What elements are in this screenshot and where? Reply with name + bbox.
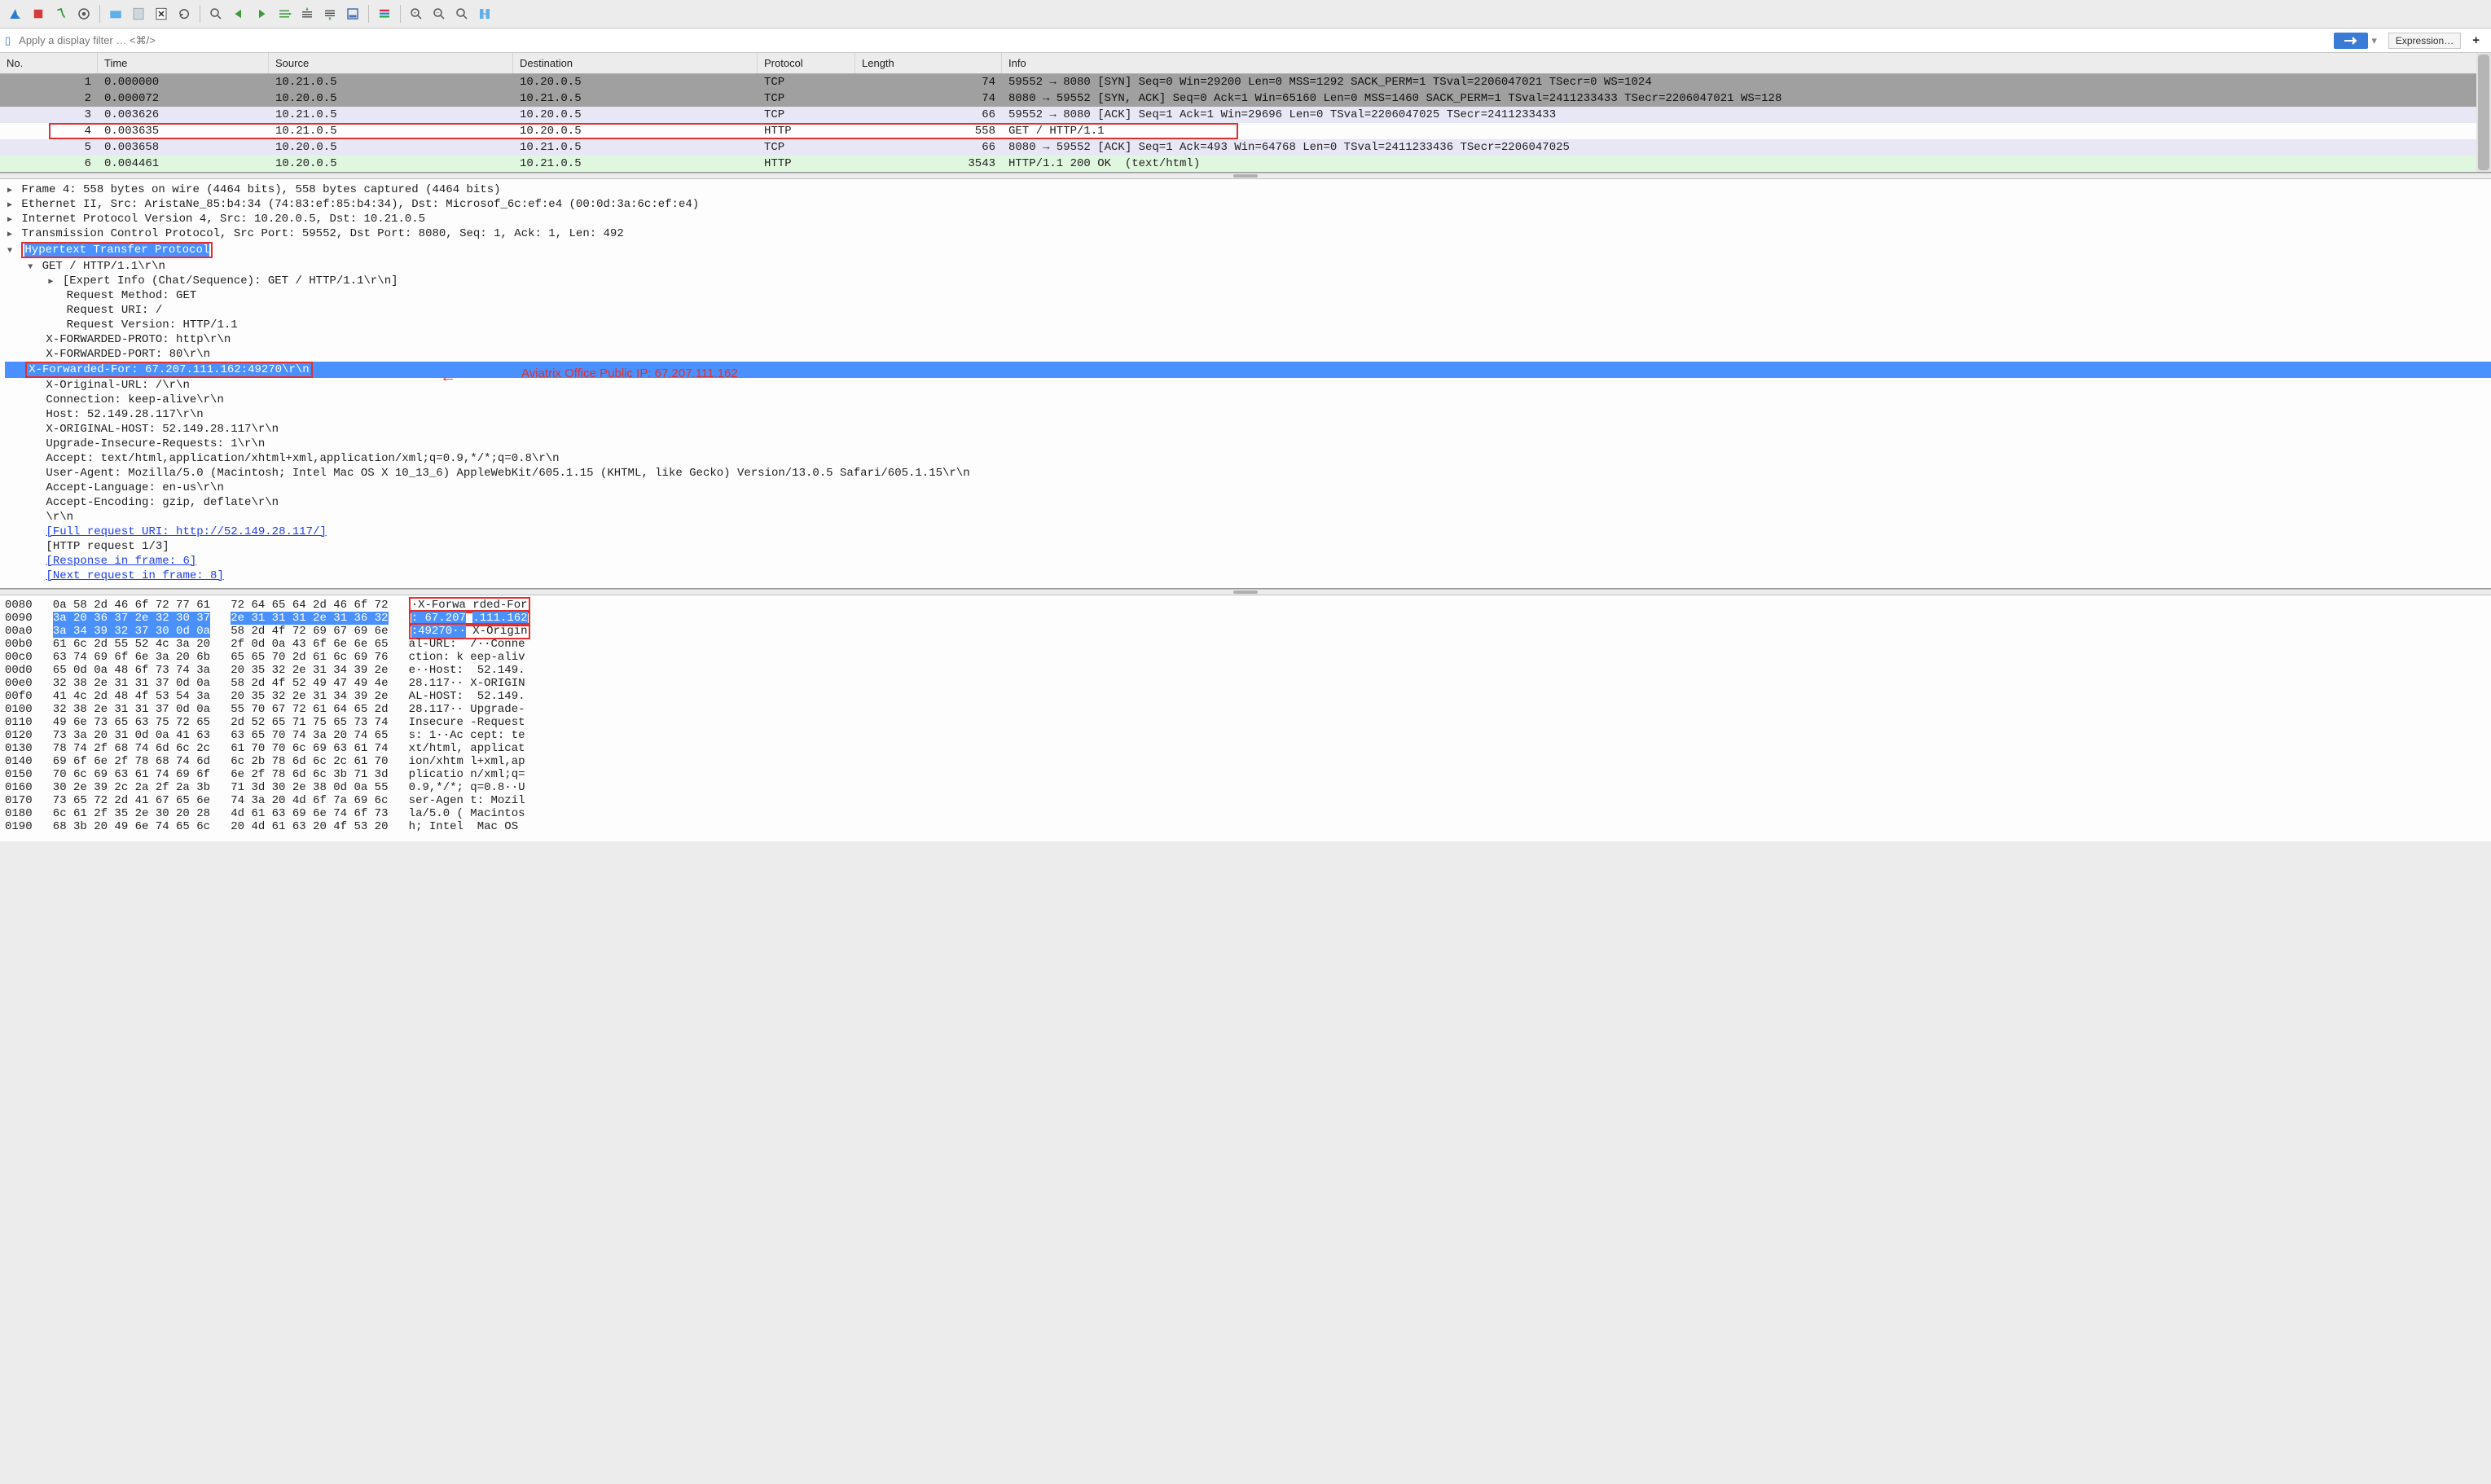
main-toolbar: + −	[0, 0, 2491, 29]
detail-ethernet[interactable]: Ethernet II, Src: AristaNe_85:b4:34 (74:…	[0, 197, 2491, 212]
hex-row[interactable]: 0150 70 6c 69 63 61 74 69 6f 6e 2f 78 6d…	[5, 768, 2486, 781]
hex-row[interactable]: 0120 73 3a 20 31 0d 0a 41 63 63 65 70 74…	[5, 729, 2486, 742]
packet-row[interactable]: 60.00446110.20.0.510.21.0.5HTTP3543HTTP/…	[0, 156, 2491, 172]
add-filter-button[interactable]: +	[2466, 33, 2486, 47]
hex-row[interactable]: 00b0 61 6c 2d 55 52 4c 3a 20 2f 0d 0a 43…	[5, 638, 2486, 651]
hex-row[interactable]: 0110 49 6e 73 65 63 75 72 65 2d 52 65 71…	[5, 716, 2486, 729]
detail-accept[interactable]: Accept: text/html,application/xhtml+xml,…	[0, 451, 2491, 466]
splitter-top[interactable]	[0, 173, 2491, 179]
zoom-reset-icon[interactable]	[451, 3, 472, 24]
detail-user-agent[interactable]: User-Agent: Mozilla/5.0 (Macintosh; Inte…	[0, 466, 2491, 481]
detail-ip[interactable]: Internet Protocol Version 4, Src: 10.20.…	[0, 212, 2491, 226]
detail-upgrade-insecure[interactable]: Upgrade-Insecure-Requests: 1\r\n	[0, 437, 2491, 451]
hex-row[interactable]: 00c0 63 74 69 6f 6e 3a 20 6b 65 65 70 2d…	[5, 651, 2486, 664]
save-file-icon[interactable]	[128, 3, 149, 24]
packet-row[interactable]: 30.00362610.21.0.510.20.0.5TCP6659552 → …	[0, 107, 2491, 123]
hex-row[interactable]: 0190 68 3b 20 49 6e 74 65 6c 20 4d 61 63…	[5, 820, 2486, 833]
detail-http[interactable]: Hypertext Transfer Protocol	[0, 241, 2491, 259]
detail-crlf[interactable]: \r\n	[0, 510, 2491, 525]
packet-list-header: No. Time Source Destination Protocol Len…	[0, 53, 2491, 74]
detail-x-forwarded-proto[interactable]: X-FORWARDED-PROTO: http\r\n	[0, 332, 2491, 347]
splitter-bottom[interactable]	[0, 589, 2491, 595]
column-info[interactable]: Info	[1002, 53, 2491, 73]
detail-x-forwarded-for[interactable]: X-Forwarded-For: 67.207.111.162:49270\r\…	[0, 362, 2491, 378]
packet-list-pane: No. Time Source Destination Protocol Len…	[0, 53, 2491, 173]
detail-get-line[interactable]: GET / HTTP/1.1\r\n	[0, 259, 2491, 274]
detail-http-request-n[interactable]: [HTTP request 1/3]	[0, 539, 2491, 554]
detail-connection[interactable]: Connection: keep-alive\r\n	[0, 393, 2491, 407]
column-length[interactable]: Length	[855, 53, 1002, 73]
display-filter-bar: ▯ ▾ Expression… +	[0, 29, 2491, 53]
packet-row[interactable]: 20.00007210.20.0.510.21.0.5TCP748080 → 5…	[0, 90, 2491, 107]
svg-text:+: +	[413, 11, 416, 16]
display-filter-input[interactable]	[14, 31, 2334, 50]
detail-x-original-url[interactable]: X-Original-URL: /\r\n	[0, 378, 2491, 393]
zoom-out-icon[interactable]: −	[428, 3, 450, 24]
go-last-icon[interactable]	[319, 3, 340, 24]
go-to-packet-icon[interactable]	[274, 3, 295, 24]
detail-accept-encoding[interactable]: Accept-Encoding: gzip, deflate\r\n	[0, 495, 2491, 510]
shark-fin-icon[interactable]	[5, 3, 26, 24]
packet-details-pane: Frame 4: 558 bytes on wire (4464 bits), …	[0, 179, 2491, 589]
resize-columns-icon[interactable]	[474, 3, 495, 24]
hex-row[interactable]: 00e0 32 38 2e 31 31 37 0d 0a 58 2d 4f 52…	[5, 677, 2486, 690]
packet-bytes-pane: 0080 0a 58 2d 46 6f 72 77 61 72 64 65 64…	[0, 595, 2491, 841]
hex-row[interactable]: 0170 73 65 72 2d 41 67 65 6e 74 3a 20 4d…	[5, 794, 2486, 807]
stop-capture-icon[interactable]	[28, 3, 49, 24]
detail-req-uri[interactable]: Request URI: /	[0, 303, 2491, 318]
hex-row[interactable]: 0100 32 38 2e 31 31 37 0d 0a 55 70 67 72…	[5, 703, 2486, 716]
column-protocol[interactable]: Protocol	[758, 53, 855, 73]
column-time[interactable]: Time	[98, 53, 269, 73]
detail-host[interactable]: Host: 52.149.28.117\r\n	[0, 407, 2491, 422]
hex-row[interactable]: 0160 30 2e 39 2c 2a 2f 2a 3b 71 3d 30 2e…	[5, 781, 2486, 794]
detail-x-forwarded-port[interactable]: X-FORWARDED-PORT: 80\r\n	[0, 347, 2491, 362]
detail-response-frame[interactable]: [Response in frame: 6]	[0, 554, 2491, 569]
detail-full-uri[interactable]: [Full request URI: http://52.149.28.117/…	[0, 525, 2491, 539]
packet-row[interactable]: 10.00000010.21.0.510.20.0.5TCP7459552 → …	[0, 74, 2491, 90]
auto-scroll-icon[interactable]	[342, 3, 363, 24]
detail-req-method[interactable]: Request Method: GET	[0, 288, 2491, 303]
expression-button[interactable]: Expression…	[2388, 33, 2461, 49]
svg-text:−: −	[436, 11, 439, 16]
hex-row[interactable]: 0180 6c 61 2f 35 2e 30 20 28 4d 61 63 69…	[5, 807, 2486, 820]
detail-x-original-host[interactable]: X-ORIGINAL-HOST: 52.149.28.117\r\n	[0, 422, 2491, 437]
detail-next-request[interactable]: [Next request in frame: 8]	[0, 569, 2491, 583]
column-source[interactable]: Source	[269, 53, 513, 73]
hex-row[interactable]: 00f0 41 4c 2d 48 4f 53 54 3a 20 35 32 2e…	[5, 690, 2486, 703]
hex-row[interactable]: 0080 0a 58 2d 46 6f 72 77 61 72 64 65 64…	[5, 599, 2486, 612]
packet-row[interactable]: 40.00363510.21.0.510.20.0.5HTTP558GET / …	[0, 123, 2491, 139]
open-file-icon[interactable]	[105, 3, 126, 24]
column-no[interactable]: No.	[0, 53, 98, 73]
colorize-icon[interactable]	[374, 3, 395, 24]
hex-row[interactable]: 00a0 3a 34 39 32 37 30 0d 0a 58 2d 4f 72…	[5, 625, 2486, 638]
detail-req-version[interactable]: Request Version: HTTP/1.1	[0, 318, 2491, 332]
detail-expert[interactable]: [Expert Info (Chat/Sequence): GET / HTTP…	[0, 274, 2491, 288]
apply-filter-button[interactable]	[2334, 33, 2368, 49]
hex-row[interactable]: 0140 69 6f 6e 2f 78 68 74 6d 6c 2b 78 6d…	[5, 755, 2486, 768]
bookmark-icon[interactable]: ▯	[5, 34, 11, 47]
hex-row[interactable]: 0130 78 74 2f 68 74 6d 6c 2c 61 70 70 6c…	[5, 742, 2486, 755]
go-first-icon[interactable]	[297, 3, 318, 24]
go-back-icon[interactable]	[228, 3, 249, 24]
go-forward-icon[interactable]	[251, 3, 272, 24]
zoom-in-icon[interactable]: +	[406, 3, 427, 24]
detail-tcp[interactable]: Transmission Control Protocol, Src Port:…	[0, 226, 2491, 241]
annotation-arrow-icon: ←	[440, 368, 456, 387]
detail-frame[interactable]: Frame 4: 558 bytes on wire (4464 bits), …	[0, 182, 2491, 197]
detail-accept-language[interactable]: Accept-Language: en-us\r\n	[0, 481, 2491, 495]
packet-list-scrollbar[interactable]	[2476, 53, 2491, 172]
reload-icon[interactable]	[174, 3, 195, 24]
hex-row[interactable]: 00d0 65 0d 0a 48 6f 73 74 3a 20 35 32 2e…	[5, 664, 2486, 677]
find-icon[interactable]	[205, 3, 226, 24]
hex-row[interactable]: 0090 3a 20 36 37 2e 32 30 37 2e 31 31 31…	[5, 612, 2486, 625]
packet-row[interactable]: 50.00365810.20.0.510.21.0.5TCP668080 → 5…	[0, 139, 2491, 156]
close-file-icon[interactable]	[151, 3, 172, 24]
annotation-text: Aviatrix Office Public IP: 67.207.111.16…	[521, 367, 738, 380]
options-icon[interactable]	[73, 3, 94, 24]
column-destination[interactable]: Destination	[513, 53, 758, 73]
restart-capture-icon[interactable]	[51, 3, 72, 24]
